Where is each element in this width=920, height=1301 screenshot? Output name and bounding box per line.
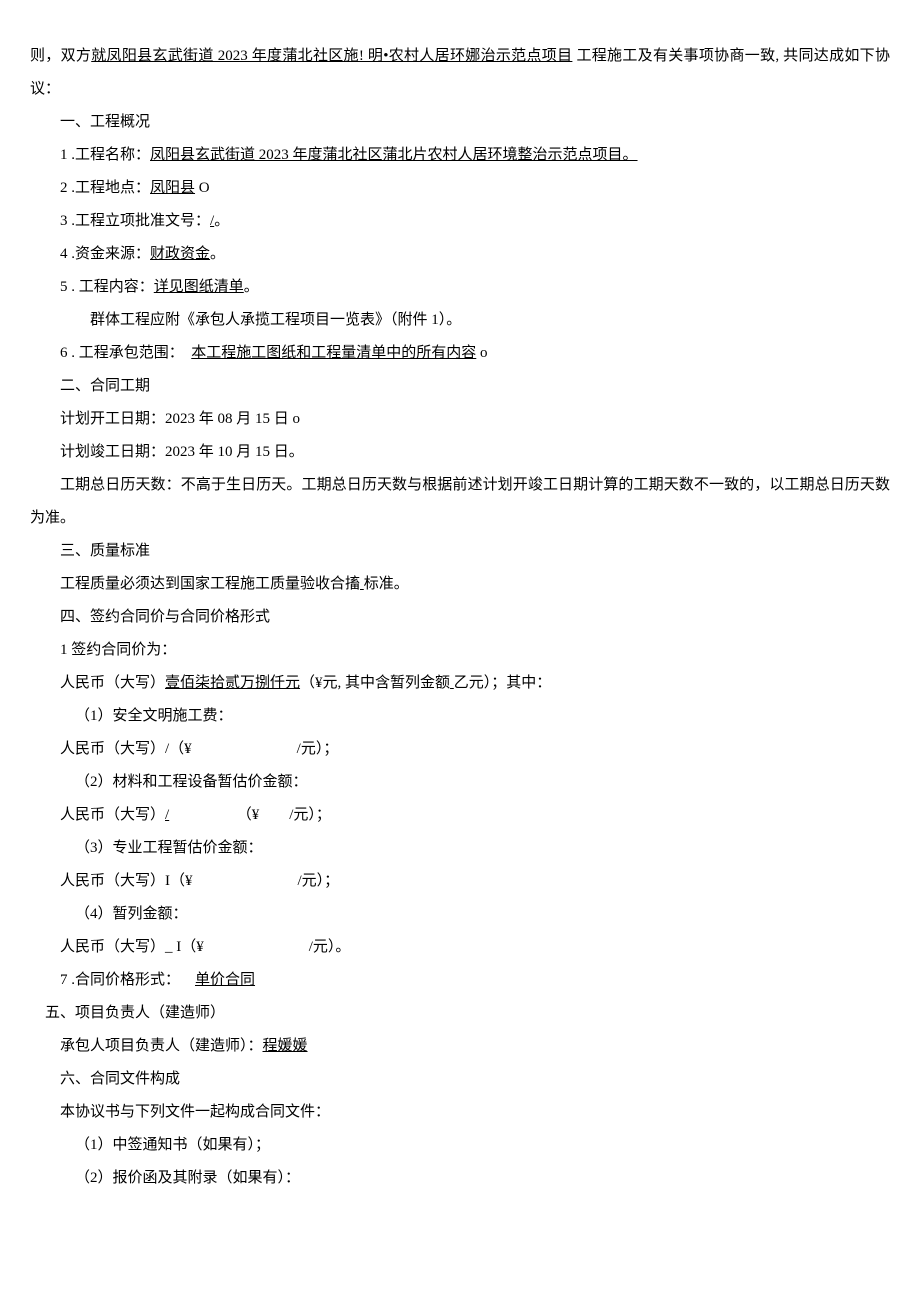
s3-text: 工程质量必须达到国家工程施工质量验收合搐 标准。	[30, 568, 890, 601]
preamble-project: 就凤阳县玄武街道 2023 年度蒲北社区施! 明•农村人居环娜治示范点项目	[91, 48, 572, 64]
s4-sub1-line: 人民币（大写）/（¥ /元）；	[30, 733, 890, 766]
s5-line: 承包人项目负责人（建造师）：程媛媛	[30, 1030, 890, 1063]
s4-sub3-label: （3）专业工程暂估价金额：	[30, 832, 890, 865]
s4-sub2-line: 人民币（大写）/ （¥ /元）；	[30, 799, 890, 832]
section2-title: 二、合同工期	[30, 370, 890, 403]
s1-item-2: 2 .工程地点：凤阳县 O	[30, 172, 890, 205]
s1-item-3: 3 .工程立项批准文号：/。	[30, 205, 890, 238]
s4-sub2-label: （2）材料和工程设备暂估价金额：	[30, 766, 890, 799]
preamble-paragraph: 则，双方就凤阳县玄武街道 2023 年度蒲北社区施! 明•农村人居环娜治示范点项…	[30, 40, 890, 106]
s1-item-5: 5 . 工程内容：详见图纸清单。	[30, 271, 890, 304]
s4-sub3-line: 人民币（大写）I（¥ /元）；	[30, 865, 890, 898]
section1-title: 一、工程概况	[30, 106, 890, 139]
s2-end: 计划竣工日期：2023 年 10 月 15 日。	[30, 436, 890, 469]
section3-title: 三、质量标准	[30, 535, 890, 568]
s2-start: 计划开工日期：2023 年 08 月 15 日 o	[30, 403, 890, 436]
s4-sub1-label: （1）安全文明施工费：	[30, 700, 890, 733]
s1-item-4: 4 .资金来源：财政资金。	[30, 238, 890, 271]
s6-item-1: （1）中签通知书（如果有）；	[30, 1129, 890, 1162]
s6-intro: 本协议书与下列文件一起构成合同文件：	[30, 1096, 890, 1129]
section6-title: 六、合同文件构成	[30, 1063, 890, 1096]
s4-sub4-label: （4）暂列金额：	[30, 898, 890, 931]
s6-item-2: （2）报价函及其附录（如果有）：	[30, 1162, 890, 1195]
s4-sub4-line: 人民币（大写）_ I（¥ /元）。	[30, 931, 890, 964]
s1-item-6: 6 . 工程承包范围： 本工程施工图纸和工程量清单中的所有内容 o	[30, 337, 890, 370]
s4-item-7: 7 .合同价格形式： 单价合同	[30, 964, 890, 997]
section5-title: 五、项目负责人（建造师）	[30, 997, 890, 1030]
preamble-pre: 则，双方	[30, 48, 91, 64]
section4-title: 四、签约合同价与合同价格形式	[30, 601, 890, 634]
s2-days: 工期总日历天数：不高于生日历天。工期总日历天数与根据前述计划开竣工日期计算的工期…	[30, 469, 890, 535]
s1-item-1: 1 .工程名称：凤阳县玄武街道 2023 年度蒲北社区蒲北片农村人居环境整治示范…	[30, 139, 890, 172]
s4-price-line: 人民币（大写）壹佰柒拾贰万捌仟元（¥元, 其中含暂列金额 乙元）；其中：	[30, 667, 890, 700]
s4-price-label: 1 签约合同价为：	[30, 634, 890, 667]
s1-group-note: 群体工程应附《承包人承揽工程项目一览表》（附件 1）。	[30, 304, 890, 337]
